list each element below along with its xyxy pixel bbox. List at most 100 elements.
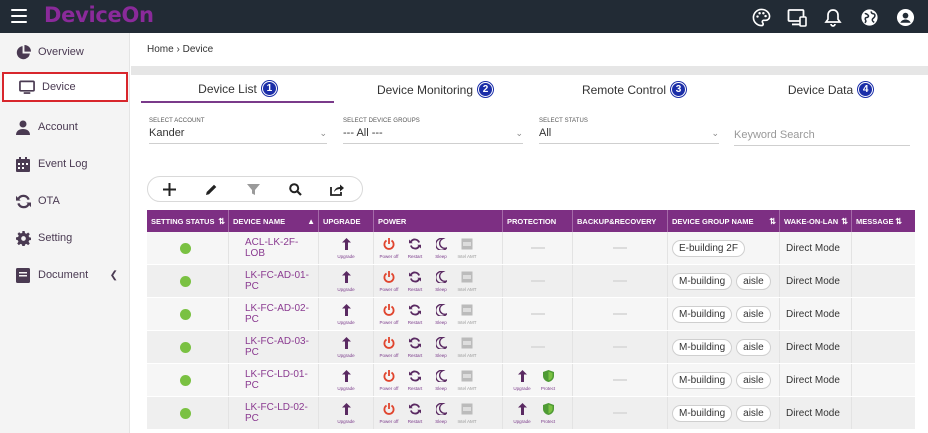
sidebar-item-label: Document <box>38 269 89 281</box>
restart-action[interactable]: Restart <box>402 238 428 259</box>
table-row[interactable]: ACL-LK-2F-LOB Upgrade Power off Restart Slee… <box>147 232 915 265</box>
filter-button[interactable] <box>232 177 274 201</box>
header-device-group-name[interactable]: DEVICE GROUP NAME ⇅ <box>668 210 780 232</box>
table-row[interactable]: LK-FC-AD-01-PC Upgrade Power off Restart Sle… <box>147 265 915 298</box>
upgrade-action[interactable]: Upgrade <box>333 336 359 358</box>
table-row[interactable]: LK-FC-LD-01-PC Upgrade Power off Restart Sle… <box>147 364 915 397</box>
sleep-action[interactable]: Sleep <box>428 336 454 358</box>
sidebar-item-document[interactable]: Document ❮ <box>0 260 130 290</box>
edit-button[interactable] <box>190 177 232 201</box>
sidebar-item-setting[interactable]: Setting <box>0 223 130 253</box>
header-device-name[interactable]: DEVICE NAME ▲ <box>229 210 319 232</box>
upgrade-action[interactable]: Upgrade <box>509 369 535 391</box>
power_off-action[interactable]: Power off <box>376 336 402 358</box>
power_off-action[interactable]: Power off <box>376 303 402 325</box>
sleep-action[interactable]: Sleep <box>428 270 454 292</box>
upgrade-icon <box>341 369 351 385</box>
tab-number-badge: 1 <box>261 81 277 96</box>
user-icon[interactable] <box>894 6 916 28</box>
tab-device-data[interactable]: Device Data 4 <box>733 76 928 103</box>
device-name-link[interactable]: LK-FC-AD-02-PC <box>245 303 318 325</box>
table-cell <box>147 298 229 330</box>
sidebar-item-ota[interactable]: OTA <box>0 186 130 216</box>
empty-dash <box>613 313 627 315</box>
upgrade-icon <box>517 369 527 385</box>
sleep-action[interactable]: Sleep <box>428 369 454 391</box>
amt-action[interactable]: Intel AMT <box>454 403 480 424</box>
table-cell: M-building aisle <box>668 397 780 429</box>
tab-device-list[interactable]: Device List 1 <box>141 76 334 103</box>
upgrade-icon <box>341 336 351 352</box>
amt-action[interactable]: Intel AMT <box>454 271 480 292</box>
search-button[interactable] <box>274 177 316 201</box>
device-name-link[interactable]: LK-FC-LD-02-PC <box>245 402 318 424</box>
sleep-action[interactable]: Sleep <box>428 237 454 259</box>
restart-action[interactable]: Restart <box>402 271 428 292</box>
amt-action[interactable]: Intel AMT <box>454 304 480 325</box>
table-cell: Upgrade <box>319 298 374 330</box>
amt-action[interactable]: Intel AMT <box>454 337 480 358</box>
protect-action[interactable]: Protect <box>535 402 561 424</box>
tab-device-monitoring[interactable]: Device Monitoring 2 <box>335 76 535 103</box>
device-name-link[interactable]: LK-FC-LD-01-PC <box>245 369 318 391</box>
palette-icon[interactable] <box>750 6 772 28</box>
sleep-action[interactable]: Sleep <box>428 303 454 325</box>
table-cell: Upgrade <box>319 397 374 429</box>
sidebar-item-overview[interactable]: Overview <box>0 37 130 67</box>
globe-icon[interactable] <box>858 6 880 28</box>
group-chip: M-building <box>672 371 733 389</box>
protect-action[interactable]: Protect <box>535 369 561 391</box>
account-select[interactable]: SELECT ACCOUNT Kander ⌄ <box>149 118 327 144</box>
bell-icon[interactable] <box>822 6 844 28</box>
keyword-search-input[interactable]: Keyword Search <box>734 129 910 146</box>
table-row[interactable]: LK-FC-AD-03-PC Upgrade Power off Restart Sle… <box>147 331 915 364</box>
menu-icon[interactable] <box>11 9 27 23</box>
status-select-label: SELECT STATUS <box>539 118 588 124</box>
empty-dash <box>613 346 627 348</box>
tab-label: Remote Control <box>581 82 667 97</box>
power_off-action[interactable]: Power off <box>376 270 402 292</box>
device-name-link[interactable]: LK-FC-AD-03-PC <box>245 336 318 358</box>
upgrade-action[interactable]: Upgrade <box>333 402 359 424</box>
monitor-icon[interactable] <box>786 6 808 28</box>
upgrade-action[interactable]: Upgrade <box>333 369 359 391</box>
sidebar-item-account[interactable]: Account <box>0 112 130 142</box>
header-protection: PROTECTION <box>503 210 573 232</box>
device-groups-select[interactable]: SELECT DEVICE GROUPS --- All --- ⌄ <box>343 118 523 144</box>
upgrade-action[interactable]: Upgrade <box>333 237 359 259</box>
table-row[interactable]: LK-FC-LD-02-PC Upgrade Power off Restart Sle… <box>147 397 915 430</box>
header-setting-status[interactable]: SETTING STATUS ⇅ <box>147 210 229 232</box>
header-wake-on-lan[interactable]: WAKE-ON-LAN ⇅ <box>780 210 852 232</box>
breadcrumb-home[interactable]: Home <box>147 44 174 55</box>
table-cell <box>503 232 573 264</box>
power_off-action[interactable]: Power off <box>376 369 402 391</box>
export-button[interactable] <box>316 177 358 201</box>
table-cell <box>852 331 905 363</box>
sleep-action[interactable]: Sleep <box>428 402 454 424</box>
restart-action[interactable]: Restart <box>402 337 428 358</box>
restart-action[interactable]: Restart <box>402 403 428 424</box>
power_off-action[interactable]: Power off <box>376 237 402 259</box>
amt-action[interactable]: Intel AMT <box>454 238 480 259</box>
table-cell <box>852 364 905 396</box>
add-button[interactable] <box>148 177 190 201</box>
restart-action[interactable]: Restart <box>402 370 428 391</box>
amt-action[interactable]: Intel AMT <box>454 370 480 391</box>
device-name-link[interactable]: ACL-LK-2F-LOB <box>245 237 318 259</box>
sidebar-item-event-log[interactable]: Event Log <box>0 149 130 179</box>
device-name-link[interactable]: LK-FC-AD-01-PC <box>245 270 318 292</box>
sidebar-item-device[interactable]: Device <box>2 72 128 102</box>
header-message[interactable]: MESSAGE ⇅ <box>852 210 905 232</box>
upgrade-action[interactable]: Upgrade <box>509 402 535 424</box>
tab-remote-control[interactable]: Remote Control 3 <box>536 76 732 103</box>
restart-action[interactable]: Restart <box>402 304 428 325</box>
table-cell: LK-FC-LD-01-PC <box>229 364 319 396</box>
upgrade-action[interactable]: Upgrade <box>333 270 359 292</box>
sleep-icon <box>434 270 449 286</box>
status-select[interactable]: SELECT STATUS All ⌄ <box>539 118 719 144</box>
toolbar <box>147 176 363 202</box>
upgrade-action[interactable]: Upgrade <box>333 303 359 325</box>
power_off-action[interactable]: Power off <box>376 402 402 424</box>
empty-dash <box>613 379 627 381</box>
table-row[interactable]: LK-FC-AD-02-PC Upgrade Power off Restart Sle… <box>147 298 915 331</box>
